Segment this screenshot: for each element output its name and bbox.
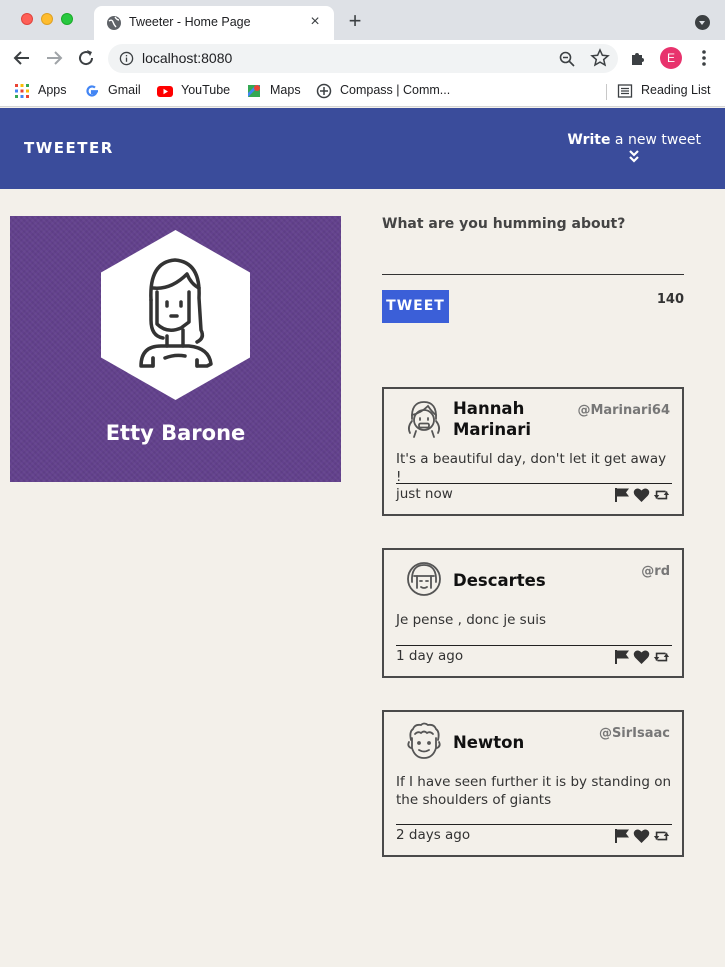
extensions-puzzle-icon[interactable] — [629, 49, 647, 67]
browser-profile-avatar[interactable]: E — [660, 47, 682, 69]
tweet-timestamp: 2 days ago — [396, 827, 471, 843]
tweet-card: Hannah Marinari @Marinari64 It's a beaut… — [382, 387, 684, 516]
profile-avatar — [101, 230, 250, 400]
youtube-icon — [157, 86, 173, 97]
double-chevron-down-icon — [629, 150, 639, 163]
tweet-actions — [614, 487, 672, 503]
tweet-timestamp: 1 day ago — [396, 648, 464, 664]
back-arrow-icon[interactable] — [10, 46, 34, 70]
window-minimize-button[interactable] — [41, 13, 53, 25]
site-logo[interactable]: TWEETER — [24, 139, 114, 157]
globe-icon — [107, 16, 121, 30]
site-nav-bar: TWEETER Write a new tweet — [0, 108, 725, 189]
tab-search-icon[interactable] — [695, 15, 710, 30]
heart-icon[interactable] — [633, 828, 650, 844]
bookmarks-divider — [606, 84, 607, 100]
tweet-timestamp: just now — [396, 486, 453, 502]
window-close-button[interactable] — [21, 13, 33, 25]
tweet-author-name: Hannah Marinari — [453, 399, 532, 439]
tweet-content: Je pense , donc je suis — [396, 612, 547, 628]
write-new-tweet-toggle[interactable]: Write a new tweet — [567, 132, 701, 163]
tweet-footer: 2 days ago — [396, 824, 672, 846]
new-tab-button[interactable]: + — [344, 10, 366, 32]
tweet-author-handle: @Marinari64 — [577, 403, 670, 418]
flag-icon[interactable] — [614, 487, 631, 503]
flag-icon[interactable] — [614, 649, 631, 665]
tweet-actions — [614, 649, 672, 665]
apps-grid-icon — [15, 84, 29, 98]
url-text: localhost:8080 — [142, 50, 233, 66]
retweet-icon[interactable] — [653, 828, 670, 844]
browser-menu-icon[interactable] — [698, 48, 710, 68]
heart-icon[interactable] — [633, 487, 650, 503]
compass-icon — [316, 83, 332, 99]
reload-icon[interactable] — [74, 46, 98, 70]
window-zoom-button[interactable] — [61, 13, 73, 25]
heart-icon[interactable] — [633, 649, 650, 665]
tweet-avatar — [407, 722, 441, 759]
retweet-icon[interactable] — [653, 649, 670, 665]
tweet-footer: 1 day ago — [396, 645, 672, 667]
character-counter: 140 — [656, 292, 684, 307]
tweet-prompt-label: What are you humming about? — [382, 216, 626, 232]
tweet-author-handle: @rd — [641, 564, 670, 579]
forward-arrow-icon[interactable] — [42, 46, 66, 70]
tweet-author-name: Descartes — [453, 571, 546, 590]
profile-name: Etty Barone — [105, 421, 246, 445]
tweet-avatar — [407, 562, 441, 596]
retweet-icon[interactable] — [653, 487, 670, 503]
browser-tab-strip: Tweeter - Home Page × + — [0, 0, 725, 40]
tweet-submit-button[interactable]: TWEET — [382, 290, 449, 323]
tweet-card: Descartes @rd Je pense , donc je suis 1 … — [382, 548, 684, 678]
browser-tab[interactable]: Tweeter - Home Page × — [94, 6, 334, 40]
tweet-card: Newton @SirIsaac If I have seen further … — [382, 710, 684, 857]
tweet-content: If I have seen further it is by standing… — [396, 774, 672, 808]
flag-icon[interactable] — [614, 828, 631, 844]
browser-toolbar: localhost:8080 E — [0, 40, 725, 76]
tweet-avatar — [407, 401, 441, 438]
maps-icon — [248, 85, 260, 97]
address-bar[interactable]: localhost:8080 — [108, 44, 618, 73]
reading-list-icon — [617, 84, 633, 98]
compose-toggle-label: Write a new tweet — [567, 132, 701, 148]
zoom-out-icon[interactable] — [558, 50, 576, 68]
site-info-icon[interactable] — [119, 51, 134, 66]
tweet-author-name: Newton — [453, 733, 525, 752]
tweet-footer: just now — [396, 483, 672, 505]
bookmark-star-icon[interactable] — [590, 48, 610, 68]
tweet-content: It's a beautiful day, don't let it get a… — [396, 451, 667, 485]
google-icon — [86, 85, 98, 97]
bookmarks-bar: Apps Gmail YouTube Maps Compass | Comm..… — [0, 76, 725, 107]
tweet-author-handle: @SirIsaac — [598, 726, 670, 741]
tweet-actions — [614, 828, 672, 844]
tweet-text-input[interactable] — [382, 244, 684, 275]
user-profile-card: Etty Barone — [10, 216, 341, 482]
tab-close-icon[interactable]: × — [306, 13, 324, 31]
tab-title: Tweeter - Home Page — [129, 15, 251, 29]
